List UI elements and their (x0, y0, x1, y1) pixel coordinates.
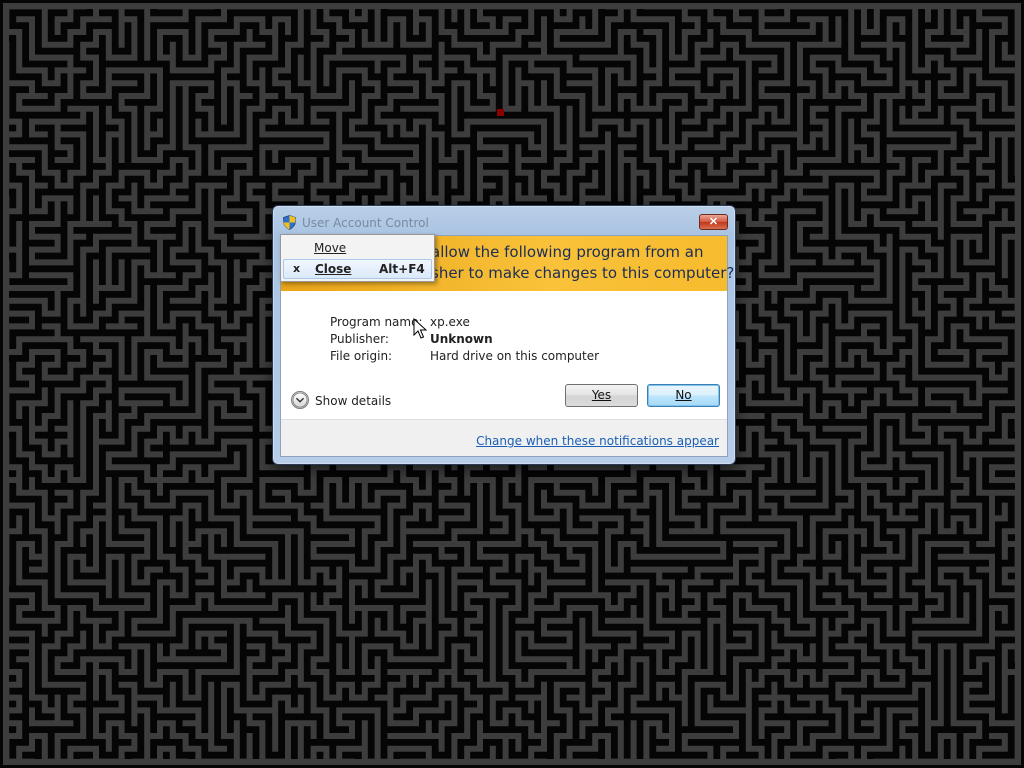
menu-item-close-shortcut: Alt+F4 (379, 262, 425, 276)
desktop-background: User Account Control ✕ allow the followi… (0, 0, 1024, 768)
yes-button-label: Yes (591, 388, 612, 402)
maze-marker (497, 109, 504, 116)
program-name-value: xp.exe (430, 315, 470, 329)
close-button[interactable]: ✕ (699, 214, 728, 230)
file-origin-value: Hard drive on this computer (430, 349, 600, 363)
menu-item-close[interactable]: x Close Alt+F4 (283, 259, 432, 279)
title-bar[interactable]: User Account Control ✕ (273, 206, 735, 236)
publisher-label: Publisher: (330, 332, 389, 346)
menu-item-move-label: Move (314, 241, 347, 255)
change-notifications-link[interactable]: Change when these notifications appear (476, 434, 719, 448)
dialog-title: User Account Control (302, 216, 429, 230)
publisher-value: Unknown (430, 332, 493, 346)
banner-heading-line2: sher to make changes to this computer? (431, 264, 735, 282)
no-button[interactable]: No (647, 384, 720, 407)
show-details-label: Show details (315, 394, 392, 408)
system-menu: Move x Close Alt+F4 (280, 234, 435, 282)
dialog-footer: Change when these notifications appear (281, 420, 727, 456)
banner-heading-line1: allow the following program from an (431, 243, 704, 261)
yes-button[interactable]: Yes (565, 384, 638, 407)
menu-item-move[interactable]: Move (283, 238, 432, 258)
no-button-label: No (675, 388, 692, 402)
close-icon: ✕ (708, 216, 719, 228)
file-origin-label: File origin: (330, 349, 393, 363)
close-icon: x (293, 262, 301, 275)
menu-item-close-label: Close (315, 262, 352, 276)
mouse-pointer-icon (413, 318, 427, 339)
program-name-label: Program name: (330, 315, 423, 329)
chevron-down-icon (291, 391, 309, 409)
uac-shield-icon (283, 215, 296, 230)
